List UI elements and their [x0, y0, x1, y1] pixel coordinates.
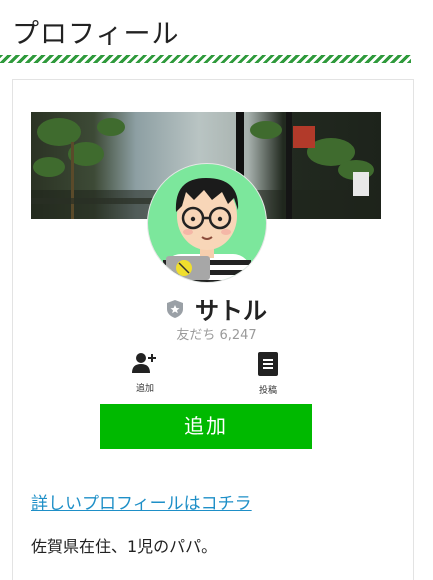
profile-name: サトル	[195, 297, 268, 325]
profile-details-link[interactable]: 詳しいプロフィールはコチラ	[31, 489, 252, 514]
add-friend-button[interactable]: 追加	[100, 404, 312, 449]
profile-name-row: サトル	[0, 291, 433, 326]
add-friend-icon	[132, 353, 156, 373]
heading-underline-stripe	[0, 55, 411, 63]
bio-text: 佐賀県在住、1児のパパ。	[31, 537, 218, 556]
add-friend-label: 追加	[135, 384, 154, 394]
posts-action[interactable]: 投稿	[243, 352, 293, 396]
posts-label: 投稿	[258, 386, 277, 396]
add-friend-action[interactable]: 追加	[120, 352, 170, 394]
section-title: プロフィール	[12, 19, 180, 50]
posts-icon	[258, 352, 278, 376]
avatar	[147, 163, 267, 283]
shield-icon	[166, 299, 184, 319]
friends-count: 友だち 6,247	[176, 328, 257, 343]
